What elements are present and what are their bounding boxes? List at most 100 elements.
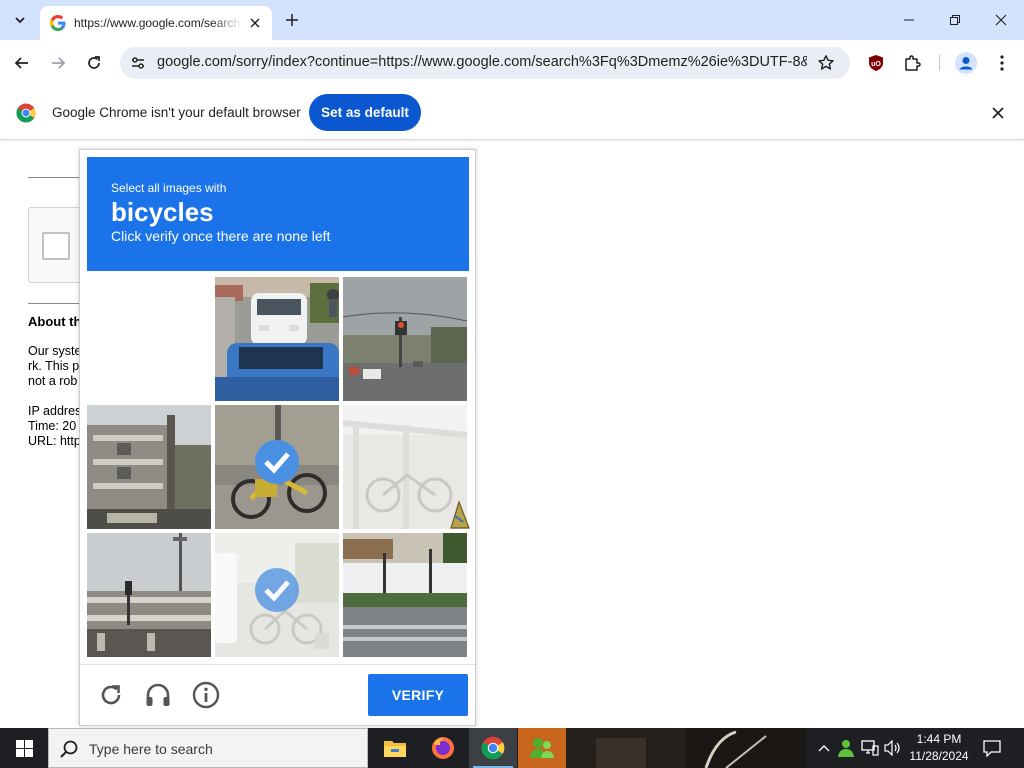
back-button[interactable] (8, 49, 36, 77)
taskbar-clock[interactable]: 1:44 PM 11/28/2024 (906, 731, 972, 765)
address-url[interactable]: google.com/sorry/index?continue=https://… (157, 54, 807, 70)
network-icon (861, 740, 879, 756)
infobar-close-button[interactable] (990, 105, 1006, 121)
reload-icon (88, 56, 100, 69)
start-button[interactable] (0, 728, 48, 768)
toolbar-divider (939, 55, 940, 71)
tune-icon (132, 57, 144, 69)
green-people-icon (838, 740, 854, 757)
browser-tab[interactable]: https://www.google.com/search?q=memz&ie=… (40, 6, 272, 40)
image-grid (87, 277, 469, 659)
image-tile-selected[interactable] (215, 533, 339, 657)
green-people-icon (530, 738, 554, 758)
challenge-instruction: Select all images with (111, 181, 227, 195)
chrome-logo-icon (16, 103, 36, 123)
google-g-icon (50, 15, 66, 31)
verify-button[interactable]: VERIFY (368, 674, 468, 716)
info-icon (192, 681, 220, 709)
close-icon (250, 18, 260, 28)
search-placeholder: Type here to search (89, 741, 213, 757)
page-text-line: rk. This p (28, 359, 80, 373)
bookmark-button[interactable] (816, 53, 836, 73)
site-info-icon[interactable] (128, 53, 148, 73)
taskbar-wallpaper-strip (566, 728, 806, 768)
image-tile[interactable] (87, 533, 211, 657)
page-text-line: not a rob (28, 374, 78, 388)
notifications-button[interactable] (982, 738, 1002, 758)
restore-button[interactable] (932, 0, 978, 40)
close-icon (992, 107, 1004, 119)
infobar-message: Google Chrome isn't your default browser (52, 105, 301, 120)
browser-toolbar: google.com/sorry/index?continue=https://… (0, 40, 1024, 86)
clock-time: 1:44 PM (916, 732, 962, 746)
chrome-logo-icon (481, 736, 505, 760)
volume-button[interactable] (883, 738, 903, 758)
taskbar-app-green[interactable] (518, 728, 566, 768)
image-tile[interactable] (343, 277, 467, 401)
tab-strip: https://www.google.com/search?q=memz&ie=… (0, 0, 1024, 40)
tile-image (343, 533, 467, 657)
profile-button[interactable] (952, 49, 980, 77)
folder-icon (384, 741, 406, 757)
arrow-left-icon (14, 57, 28, 69)
speaker-icon (884, 740, 900, 756)
svg-text:uO: uO (871, 61, 881, 68)
taskbar-app-file-explorer[interactable] (371, 728, 419, 768)
tile-image (87, 405, 211, 529)
recaptcha-challenge: Select all images with bicycles Click ve… (79, 149, 476, 726)
notification-icon (983, 740, 1001, 757)
image-tile-selected[interactable] (215, 405, 339, 529)
arrow-right-icon (52, 57, 66, 69)
image-tile[interactable] (87, 277, 211, 401)
challenge-keyword: bicycles (111, 197, 214, 227)
tab-close-button[interactable] (246, 14, 264, 32)
restore-icon (950, 15, 960, 25)
tile-image (215, 277, 339, 401)
url-line: URL: http (28, 434, 81, 448)
extensions-button[interactable] (898, 49, 926, 77)
show-hidden-icons-button[interactable] (814, 738, 834, 758)
minimize-button[interactable] (886, 0, 932, 40)
forward-button[interactable] (44, 49, 72, 77)
chevron-up-icon (818, 745, 830, 752)
tab-title: https://www.google.com/search?q=memz&ie=… (74, 16, 242, 30)
address-bar[interactable]: google.com/sorry/index?continue=https://… (120, 47, 850, 79)
time-line: Time: 20 (28, 419, 77, 433)
audio-challenge-button[interactable] (143, 680, 173, 710)
ublock-shield-icon: uO (869, 55, 883, 71)
reload-challenge-button[interactable] (96, 680, 126, 710)
close-icon (995, 14, 1007, 26)
network-button[interactable] (860, 738, 880, 758)
taskbar-app-firefox[interactable] (419, 728, 467, 768)
tile-image (343, 277, 467, 401)
set-as-default-button[interactable]: Set as default (309, 94, 421, 131)
recaptcha-checkbox[interactable] (42, 232, 70, 260)
taskbar-app-chrome[interactable] (469, 728, 517, 768)
challenge-subtext: Click verify once there are none left (111, 228, 331, 244)
firefox-icon (432, 737, 454, 759)
windows-taskbar: Type here to search 1:44 PM 11/28/2024 (0, 728, 1024, 768)
close-window-button[interactable] (978, 0, 1024, 40)
image-tile[interactable] (343, 533, 467, 657)
puzzle-icon (905, 55, 921, 71)
new-tab-button[interactable] (280, 8, 304, 32)
taskbar-search-box[interactable]: Type here to search (48, 728, 368, 768)
info-button[interactable] (191, 680, 221, 710)
tile-image (87, 533, 211, 657)
search-icon (60, 740, 78, 758)
image-tile[interactable] (87, 405, 211, 529)
clock-date: 11/28/2024 (909, 749, 969, 763)
tab-search-button[interactable] (6, 8, 34, 32)
wallpaper-image (566, 728, 806, 768)
ip-address-line: IP addres (28, 404, 82, 418)
image-tile[interactable] (215, 277, 339, 401)
reload-icon (101, 685, 121, 705)
menu-button[interactable] (988, 49, 1016, 77)
page-text-line: Our syste (28, 344, 82, 358)
footer-divider (80, 664, 475, 665)
tray-app-green[interactable] (836, 738, 856, 758)
ublock-extension-button[interactable]: uO (862, 49, 890, 77)
reload-button[interactable] (80, 49, 108, 77)
challenge-header: Select all images with bicycles Click ve… (87, 157, 469, 271)
about-heading: About th (28, 314, 82, 329)
